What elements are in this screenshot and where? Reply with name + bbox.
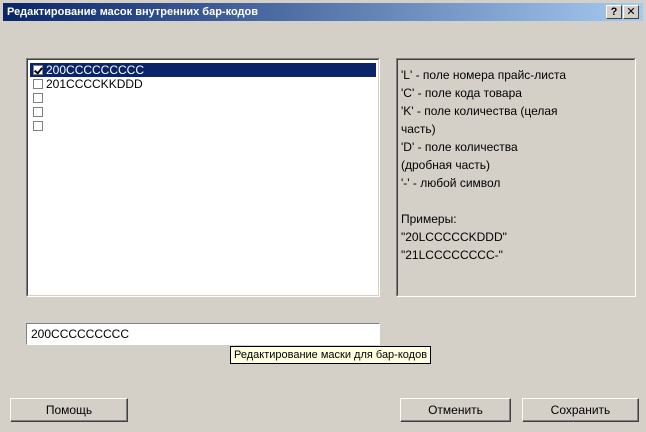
help-button[interactable]: Помощь: [10, 398, 128, 422]
help-line: Примеры:: [401, 212, 457, 226]
close-icon[interactable]: ✕: [623, 5, 639, 19]
checkbox[interactable]: [33, 121, 43, 131]
list-item[interactable]: 200CCCCCCCCC: [30, 63, 376, 77]
tooltip: Редактирование маски для бар-кодов: [230, 346, 432, 364]
help-line: 'K' - поле количества (целая: [401, 104, 558, 118]
mask-input[interactable]: [29, 326, 377, 342]
list-item[interactable]: [30, 119, 376, 133]
list-item[interactable]: 201CCCCKKDDD: [30, 77, 376, 91]
help-line: '-' - любой символ: [401, 176, 501, 190]
help-panel: 'L' - поле номера прайс-листа 'C' - поле …: [396, 58, 636, 297]
mask-list: 200CCCCCCCCC 201CCCCKKDDD: [30, 63, 376, 133]
help-line: 'D' - поле количества: [401, 140, 518, 154]
title-bar[interactable]: Редактирование масок внутренних бар-кодо…: [3, 3, 643, 21]
help-text: 'L' - поле номера прайс-листа 'C' - поле …: [401, 66, 631, 264]
help-line: [401, 192, 631, 210]
window-title: Редактирование масок внутренних бар-кодо…: [7, 6, 258, 18]
cancel-button[interactable]: Отменить: [400, 398, 511, 422]
dialog-window: Редактирование масок внутренних бар-кодо…: [0, 0, 646, 432]
help-line: (дробная часть): [401, 158, 491, 172]
checkbox[interactable]: [33, 65, 43, 75]
mask-edit-field[interactable]: [26, 323, 380, 345]
checkbox[interactable]: [33, 79, 43, 89]
list-item[interactable]: [30, 105, 376, 119]
mask-text: 201CCCCKKDDD: [46, 77, 143, 91]
help-line: 'C' - поле кода товара: [401, 86, 522, 100]
save-button[interactable]: Сохранить: [522, 398, 639, 422]
help-line: 'L' - поле номера прайс-листа: [401, 68, 567, 82]
help-line: часть): [401, 122, 436, 136]
checkbox[interactable]: [33, 107, 43, 117]
help-line: "20LCCCCCKDDD": [401, 230, 507, 244]
help-line: "21LCCCCCCCC-": [401, 248, 503, 262]
mask-listbox[interactable]: 200CCCCCCCCC 201CCCCKKDDD: [26, 58, 380, 297]
mask-text: 200CCCCCCCCC: [46, 63, 145, 77]
help-question-icon[interactable]: ?: [606, 5, 622, 19]
checkbox[interactable]: [33, 93, 43, 103]
list-item[interactable]: [30, 91, 376, 105]
